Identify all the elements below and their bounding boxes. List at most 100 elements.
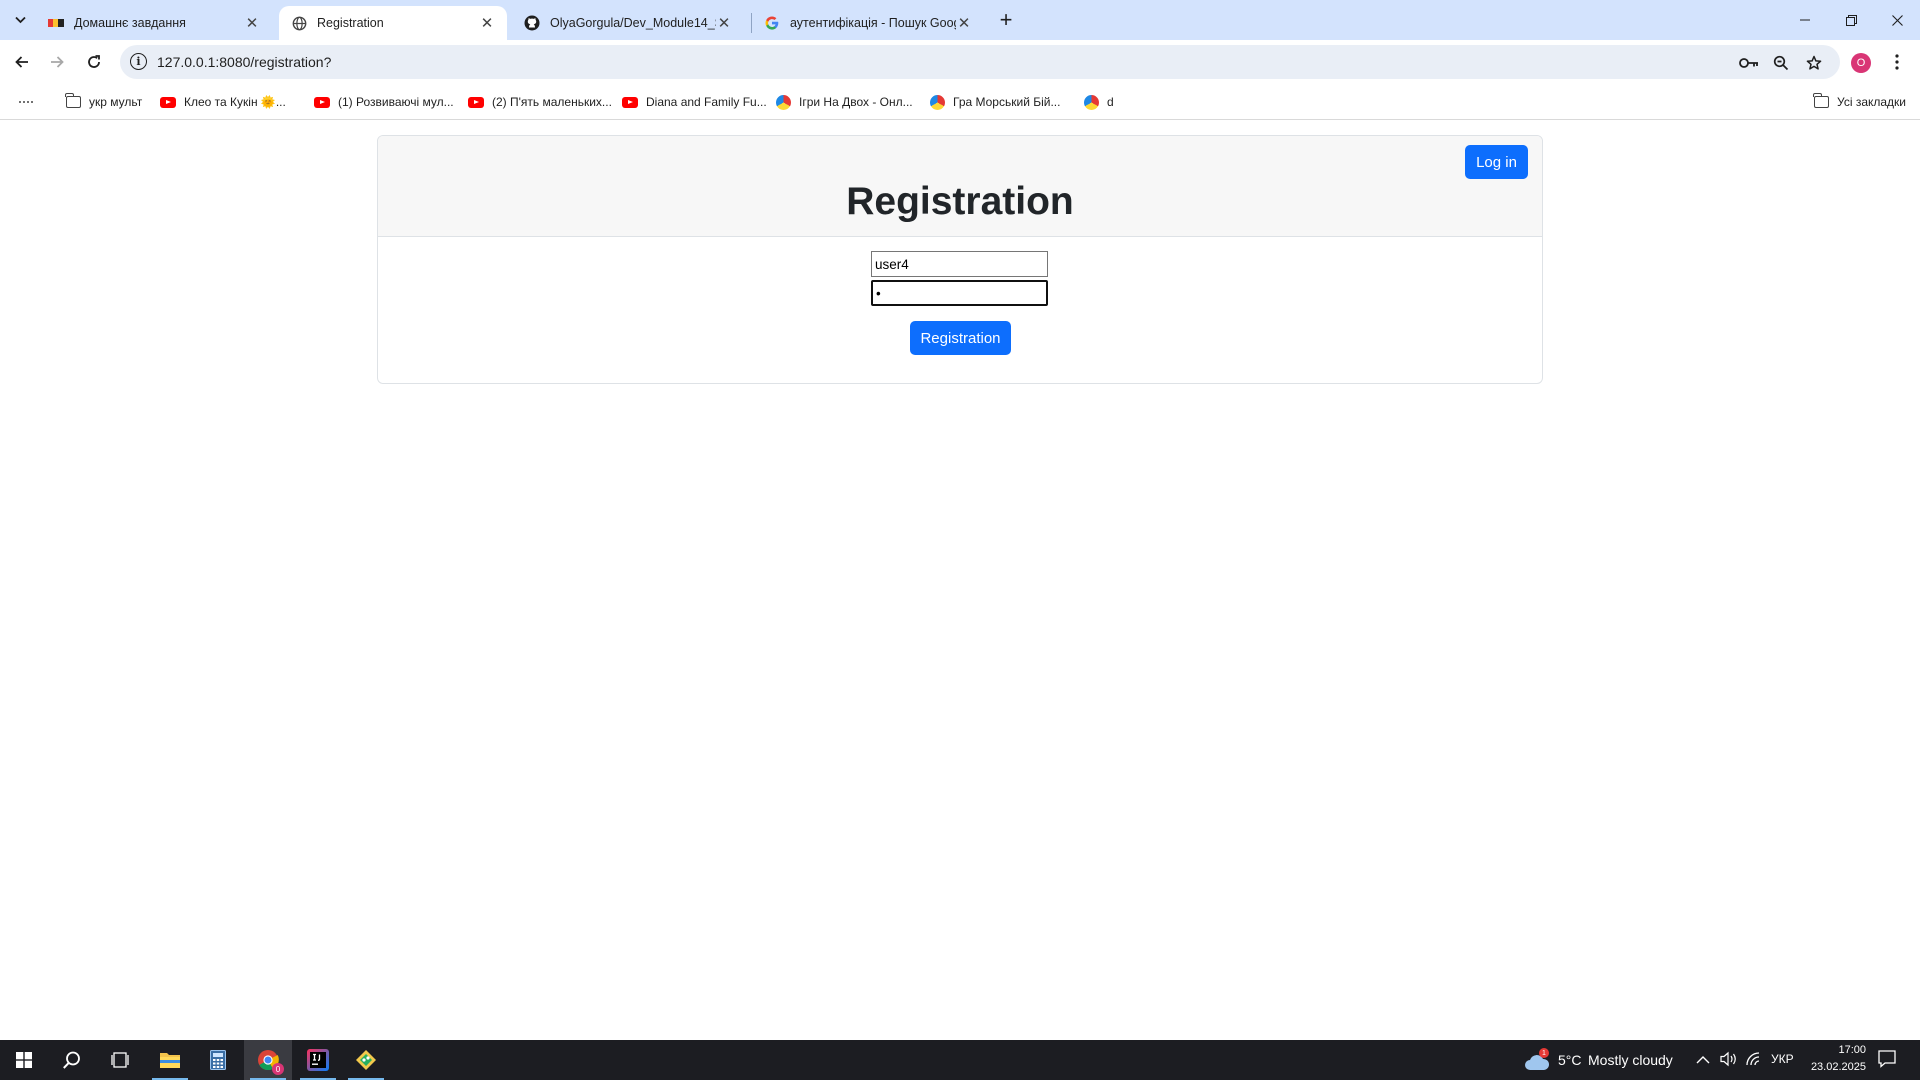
folder-icon xyxy=(160,1053,180,1068)
homework-site-icon xyxy=(48,15,64,31)
url-text[interactable]: 127.0.0.1:8080/registration? xyxy=(157,54,331,70)
profile-avatar[interactable]: O xyxy=(1851,53,1871,73)
tab-search-button[interactable] xyxy=(8,9,32,31)
password-input[interactable] xyxy=(871,280,1048,306)
chrome-profile-badge: 0 xyxy=(272,1063,284,1075)
bookmark-educational-cartoons[interactable]: (1) Розвиваючі мул... xyxy=(314,92,454,112)
bookmark-label: Клео та Кукін 🌞... xyxy=(184,95,286,109)
folder-icon xyxy=(1812,93,1829,110)
bookmark-d[interactable]: d xyxy=(1083,92,1114,112)
bookmark-diana-family[interactable]: Diana and Family Fu... xyxy=(622,92,767,112)
youtube-icon xyxy=(314,94,330,110)
speaker-icon xyxy=(1720,1051,1736,1067)
reload-icon xyxy=(88,55,100,68)
globe-icon xyxy=(291,15,307,31)
game-ball-icon xyxy=(929,94,945,110)
wifi-icon xyxy=(1746,1052,1760,1066)
tray-overflow-button[interactable] xyxy=(1696,1052,1710,1070)
minimize-button[interactable] xyxy=(1782,6,1828,34)
plus-icon: + xyxy=(999,7,1013,32)
bookmark-folder-ukr-mult[interactable]: укр мульт xyxy=(64,92,143,112)
game-ball-icon xyxy=(1083,94,1099,110)
login-button[interactable]: Log in xyxy=(1465,145,1528,179)
forward-button[interactable] xyxy=(43,48,71,76)
calculator-icon xyxy=(210,1050,226,1070)
apps-button[interactable] xyxy=(18,92,42,112)
close-icon[interactable]: ✕ xyxy=(479,15,495,32)
close-icon[interactable]: ✕ xyxy=(716,15,732,32)
weather-description: Mostly cloudy xyxy=(1588,1052,1673,1068)
game-ball-icon xyxy=(775,94,791,110)
notification-icon xyxy=(1878,1050,1896,1068)
intellij-icon xyxy=(307,1049,329,1071)
windows-taskbar: 0 1 5°C Mostly cloudy УКР 17:00 23.02.20… xyxy=(0,1040,1920,1080)
registration-submit-button[interactable]: Registration xyxy=(910,321,1011,355)
clock-date: 23.02.2025 xyxy=(1810,1061,1866,1073)
password-key-icon[interactable] xyxy=(1738,52,1760,74)
git-tool-button[interactable] xyxy=(342,1040,390,1080)
browser-tab-strip: Домашнє завдання ✕ Registration ✕ OlyaGo… xyxy=(0,0,1920,40)
notifications-button[interactable] xyxy=(1878,1050,1896,1073)
tab-registration[interactable]: Registration ✕ xyxy=(279,6,507,40)
zoom-icon[interactable] xyxy=(1770,52,1792,74)
back-button[interactable] xyxy=(8,48,36,76)
restore-icon xyxy=(1845,14,1857,26)
reload-button[interactable] xyxy=(80,48,108,76)
tab-title: Домашнє завдання xyxy=(74,16,186,30)
calculator-button[interactable] xyxy=(194,1040,242,1080)
browser-toolbar: i 127.0.0.1:8080/registration? O xyxy=(0,40,1920,84)
minimize-icon xyxy=(1800,19,1810,21)
bookmark-cleo-cookin[interactable]: Клео та Кукін 🌞... xyxy=(160,92,286,112)
tab-title: аутентифікація - Пошук Googl xyxy=(790,16,956,30)
weather-button[interactable]: 1 xyxy=(1524,1048,1552,1072)
search-icon xyxy=(63,1051,80,1069)
file-explorer-button[interactable] xyxy=(146,1040,194,1080)
bookmarks-bar: укр мульт Клео та Кукін 🌞... (1) Розвива… xyxy=(0,84,1920,120)
new-tab-button[interactable]: + xyxy=(994,7,1018,32)
bookmark-label: Ігри На Двох - Онл... xyxy=(799,95,913,109)
tab-title: Registration xyxy=(317,16,384,30)
site-info-icon[interactable]: i xyxy=(130,53,147,70)
network-button[interactable] xyxy=(1746,1052,1762,1071)
input-language[interactable]: УКР xyxy=(1771,1052,1794,1066)
search-button[interactable] xyxy=(48,1040,96,1080)
tab-homework[interactable]: Домашнє завдання ✕ xyxy=(36,6,272,40)
back-arrow-icon xyxy=(15,56,28,68)
start-button[interactable] xyxy=(0,1040,48,1080)
address-bar[interactable]: i 127.0.0.1:8080/registration? xyxy=(120,45,1840,79)
registration-card: Log in Registration Registration xyxy=(377,135,1543,384)
youtube-icon xyxy=(468,94,484,110)
bookmark-label: укр мульт xyxy=(89,95,143,109)
tab-google-search[interactable]: аутентифікація - Пошук Googl ✕ xyxy=(752,6,984,40)
tab-title: OlyaGorgula/Dev_Module14_Sp xyxy=(550,16,716,30)
username-input[interactable] xyxy=(871,251,1048,277)
close-icon xyxy=(1891,14,1903,26)
bookmark-five-little[interactable]: (2) П'ять маленьких... xyxy=(468,92,612,112)
close-icon[interactable]: ✕ xyxy=(244,15,260,32)
close-window-button[interactable] xyxy=(1874,6,1920,34)
forward-arrow-icon xyxy=(51,56,64,68)
task-view-icon xyxy=(111,1052,129,1068)
bookmark-label: d xyxy=(1107,95,1114,109)
intellij-button[interactable] xyxy=(294,1040,342,1080)
more-vertical-icon xyxy=(1895,54,1899,70)
volume-button[interactable] xyxy=(1720,1051,1738,1072)
weather-alert-badge: 1 xyxy=(1539,1048,1549,1058)
all-bookmarks-folder[interactable]: Усі закладки xyxy=(1812,92,1906,112)
windows-logo-icon xyxy=(16,1052,32,1068)
bookmark-star-icon[interactable] xyxy=(1803,52,1825,74)
profile-initial: O xyxy=(1856,57,1866,69)
bookmark-two-player-games[interactable]: Ігри На Двох - Онл... xyxy=(775,92,913,112)
task-view-button[interactable] xyxy=(96,1040,144,1080)
bookmark-label: (2) П'ять маленьких... xyxy=(492,95,612,109)
clock-button[interactable]: 17:00 23.02.2025 xyxy=(1800,1044,1866,1078)
restore-button[interactable] xyxy=(1828,6,1874,34)
chrome-taskbar-button[interactable]: 0 xyxy=(244,1040,292,1080)
browser-menu-button[interactable] xyxy=(1888,50,1906,74)
chevron-down-icon xyxy=(14,16,26,24)
close-icon[interactable]: ✕ xyxy=(956,15,972,32)
youtube-icon xyxy=(622,94,638,110)
tab-github[interactable]: OlyaGorgula/Dev_Module14_Sp ✕ xyxy=(512,6,744,40)
bookmark-battleship[interactable]: Гра Морський Бій... xyxy=(929,92,1060,112)
google-icon xyxy=(764,15,780,31)
